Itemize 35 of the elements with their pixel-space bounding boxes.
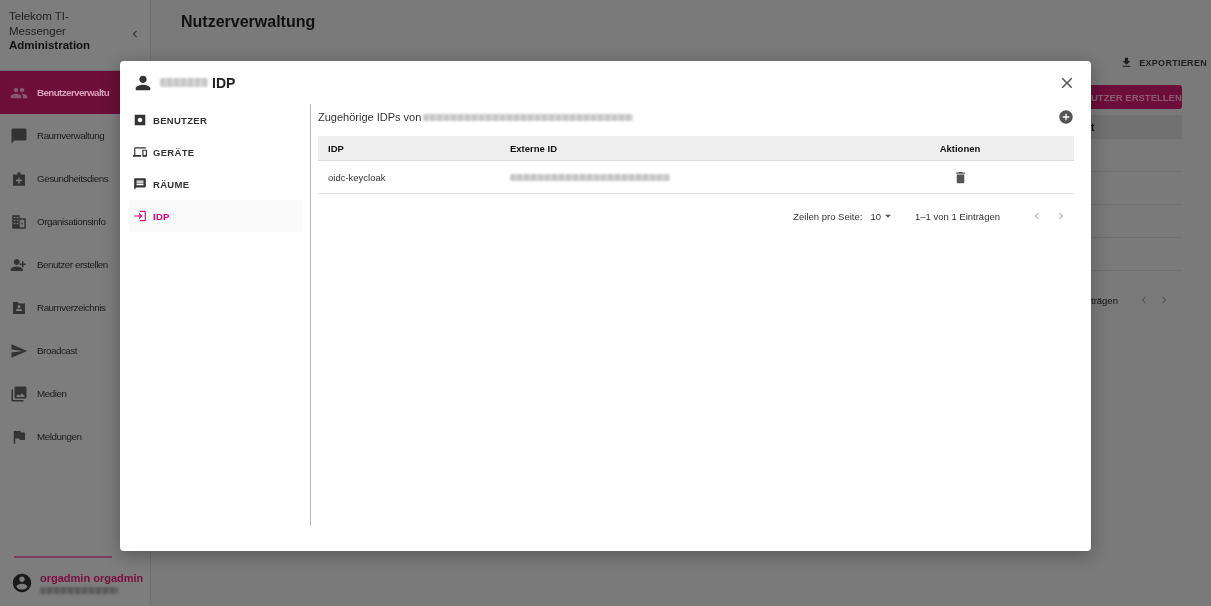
table-cell-text: oidc-keycloak [327, 171, 387, 183]
create-user-button[interactable]: UTZER ERSTELLEN [1091, 85, 1182, 109]
sidebar-item[interactable]: Benutzer erstellen [0, 243, 150, 286]
sidebar-item[interactable]: Medien [0, 372, 150, 415]
export-button[interactable]: EXPORTIEREN [1120, 56, 1207, 69]
column-header: IDP [327, 142, 345, 154]
column-header: Aktionen [938, 142, 982, 154]
column-header: Externe ID [510, 142, 558, 154]
dialog-title: IDP [212, 74, 236, 91]
app-subtitle: Administration [9, 38, 91, 53]
redacted-text [160, 78, 208, 87]
sidebar-item[interactable]: Broadcast [0, 329, 150, 372]
login-icon [133, 209, 147, 223]
pagination-range: 1–1 von 1 Einträgen [914, 210, 1000, 222]
add-icon[interactable] [1058, 109, 1074, 125]
dialog-tab[interactable]: IDP [129, 200, 302, 232]
sidebar-item[interactable]: Meldungen [0, 415, 150, 458]
app-title: Telekom TI- [9, 9, 70, 24]
medical-bag-icon [10, 169, 28, 188]
sidebar-item[interactable]: Raumverzeichnis [0, 286, 150, 329]
page-title: Nutzerverwaltung [181, 13, 316, 31]
rows-per-page-label: Zeilen pro Seite: [793, 210, 863, 222]
devices-icon [133, 145, 147, 159]
section-title: Zugehörige IDPs von [318, 111, 422, 123]
box-icon [133, 113, 147, 127]
message-icon [133, 177, 147, 191]
avatar-icon [11, 572, 33, 594]
pagination-range: trägen [1091, 294, 1119, 306]
images-icon [10, 384, 28, 403]
rows-per-page-select[interactable]: 10 [870, 209, 895, 223]
user-name: orgadmin orgadmin [40, 572, 144, 584]
column-header: t [1091, 121, 1095, 133]
app-title: Messenger [9, 23, 67, 38]
building-icon [10, 212, 28, 231]
chat-bubble-icon [10, 126, 28, 145]
